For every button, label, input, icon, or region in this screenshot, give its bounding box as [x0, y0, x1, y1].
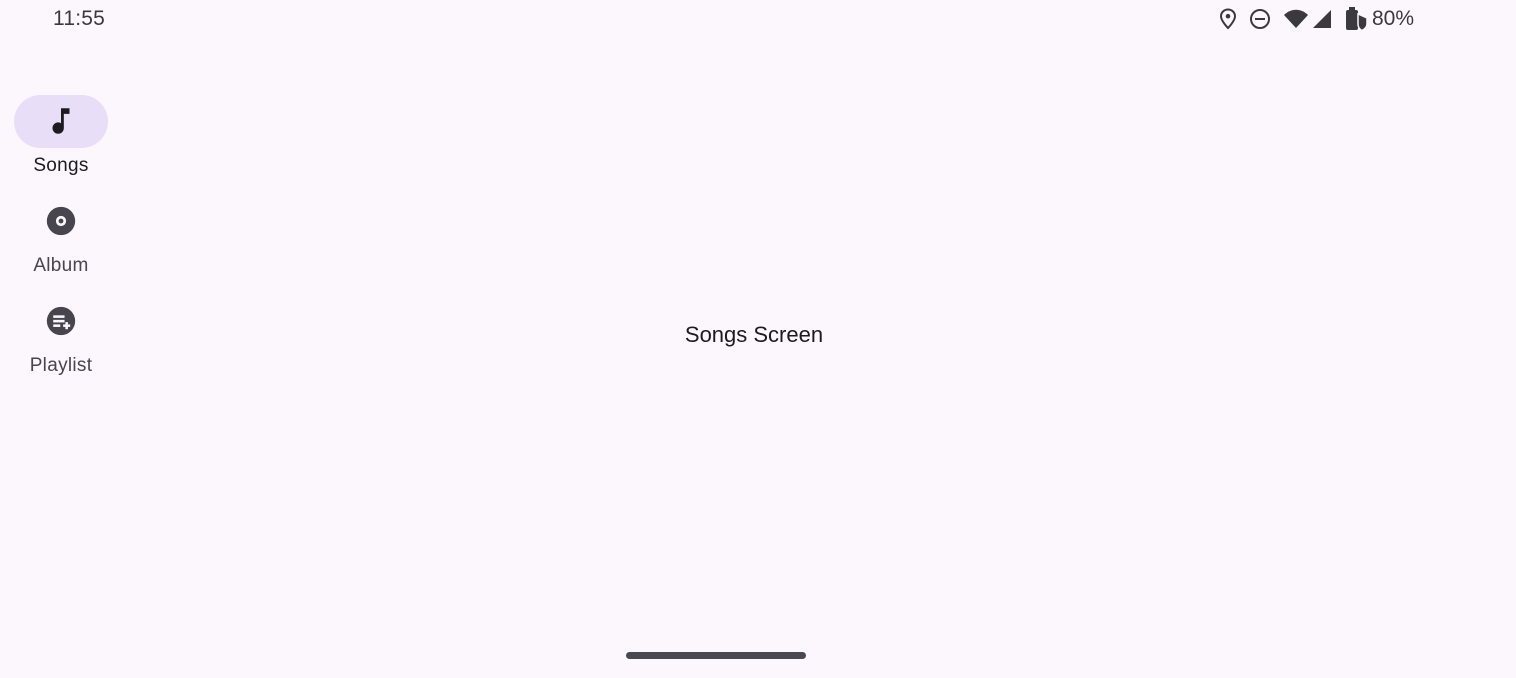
status-clock: 11:55	[53, 7, 105, 30]
nav-label-playlist: Playlist	[29, 355, 93, 376]
nav-label-album: Album	[33, 255, 89, 276]
status-bar: 11:55 80%	[0, 0, 1516, 38]
cell-signal-icon	[1312, 10, 1331, 28]
do-not-disturb-icon	[1249, 9, 1270, 29]
nav-label-songs: Songs	[33, 155, 89, 176]
screen-title: Songs Screen	[684, 322, 824, 347]
nav-item-songs[interactable]: Songs	[0, 84, 122, 176]
nav-item-playlist[interactable]: Playlist	[0, 284, 122, 376]
music-note-icon	[52, 108, 70, 134]
album-icon	[46, 206, 76, 236]
playlist-add-icon	[46, 306, 76, 336]
battery-percent: 80%	[1371, 7, 1414, 30]
battery-charging-icon	[1345, 7, 1367, 31]
gesture-navigation-handle[interactable]	[626, 652, 806, 659]
wifi-icon	[1283, 9, 1308, 28]
nav-item-album[interactable]: Album	[0, 184, 122, 276]
status-icons: 80%	[1219, 7, 1414, 31]
location-icon	[1219, 8, 1236, 30]
